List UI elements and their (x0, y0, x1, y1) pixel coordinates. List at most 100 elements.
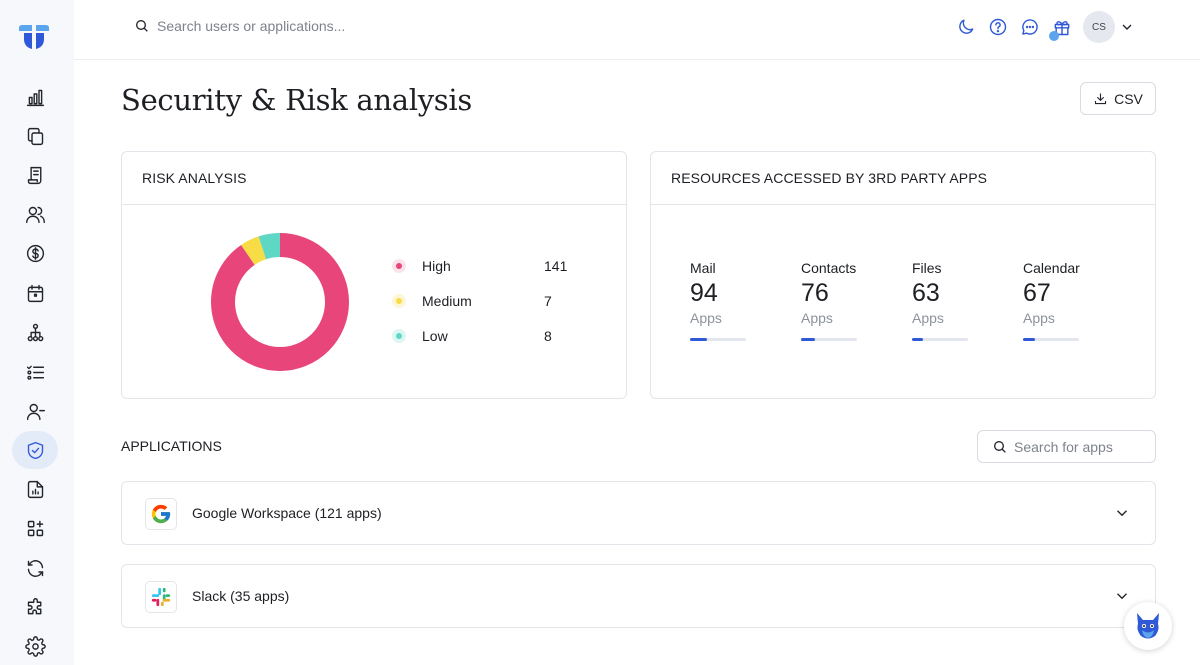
sidebar-item-integrations[interactable] (12, 509, 58, 547)
resource-unit: Apps (801, 310, 833, 326)
sidebar-item-contracts[interactable] (12, 156, 58, 194)
expand-toggle[interactable] (1113, 587, 1131, 605)
checklist-icon (26, 365, 44, 380)
apps-search-input[interactable] (1014, 438, 1144, 455)
search-icon (136, 20, 148, 32)
resources-title: RESOURCES ACCESSED BY 3RD PARTY APPS (651, 152, 1155, 205)
shield-icon (27, 441, 43, 459)
medium-dot (392, 294, 406, 308)
resource-progress (912, 338, 968, 341)
slack-icon (145, 581, 177, 613)
app-name: Google Workspace (121 apps) (192, 505, 382, 521)
sidebar-item-dashboard[interactable] (12, 78, 58, 116)
calendar-icon (27, 284, 43, 302)
sidebar-item-renewals[interactable] (12, 274, 58, 312)
notification-dot (1049, 31, 1059, 41)
resource-progress (801, 338, 857, 341)
global-search-input[interactable] (157, 18, 447, 34)
risk-legend-low[interactable]: Low 8 (392, 326, 592, 346)
resource-unit: Apps (690, 310, 722, 326)
logo[interactable] (19, 25, 49, 49)
resource-progress (1023, 338, 1079, 341)
app-row-slack[interactable]: Slack (35 apps) (121, 564, 1156, 628)
user-minus-icon (26, 403, 45, 420)
download-csv-button[interactable]: CSV (1080, 82, 1156, 115)
resource-label: Files (912, 260, 942, 276)
download-csv-label: CSV (1114, 90, 1143, 107)
page-title: Security & Risk analysis (121, 83, 472, 117)
chevron-down-icon (1117, 593, 1127, 600)
sidebar-item-plugins[interactable] (12, 588, 58, 626)
sidebar-item-users[interactable] (12, 195, 58, 233)
donut-slice-high[interactable] (211, 233, 349, 371)
low-dot (392, 329, 406, 343)
risk-legend-label: Medium (422, 293, 472, 309)
resource-label: Contacts (801, 260, 857, 276)
chat-icon (1022, 19, 1038, 35)
sidebar-item-spend[interactable] (12, 234, 58, 272)
resources-card: RESOURCES ACCESSED BY 3RD PARTY APPS Mai… (650, 151, 1156, 399)
avatar[interactable]: CS (1083, 11, 1115, 43)
sidebar-item-workflows[interactable] (12, 313, 58, 351)
resource-calendar[interactable]: Calendar 67 Apps (1023, 260, 1103, 341)
gear-icon (24, 635, 46, 657)
chat-button[interactable] (1020, 17, 1040, 37)
risk-legend-high[interactable]: High 141 (392, 256, 592, 276)
puzzle-icon (27, 597, 41, 614)
resource-contacts[interactable]: Contacts 76 Apps (801, 260, 881, 341)
sidebar-item-sync[interactable] (12, 549, 58, 587)
app-row-google-workspace[interactable]: Google Workspace (121 apps) (121, 481, 1156, 545)
chevron-down-icon (1122, 24, 1132, 30)
moon-icon (959, 19, 974, 34)
resource-unit: Apps (1023, 310, 1055, 326)
risk-legend-value: 7 (544, 293, 552, 309)
resource-mail[interactable]: Mail 94 Apps (690, 260, 770, 341)
bar-chart-icon (26, 89, 44, 106)
users-icon (25, 206, 45, 223)
resource-files[interactable]: Files 63 Apps (912, 260, 992, 341)
mascot-icon (1137, 613, 1159, 639)
google-icon (145, 498, 177, 530)
risk-legend-label: Low (422, 328, 448, 344)
applications-title: APPLICATIONS (121, 438, 222, 454)
download-icon (1095, 93, 1107, 105)
global-search (134, 15, 454, 37)
document-icon (27, 166, 41, 184)
report-icon (27, 480, 43, 498)
resource-unit: Apps (912, 310, 944, 326)
chevron-down-icon (1117, 510, 1127, 517)
resource-label: Mail (690, 260, 716, 276)
risk-legend-medium[interactable]: Medium 7 (392, 291, 592, 311)
risk-legend-value: 141 (544, 258, 568, 274)
sidebar-item-applications[interactable] (12, 117, 58, 155)
sidebar (0, 0, 74, 665)
search-icon (994, 440, 1006, 453)
resource-count: 76 (801, 279, 829, 307)
app-name: Slack (35 apps) (192, 588, 290, 604)
sidebar-item-security[interactable] (12, 431, 58, 469)
apps-search (977, 430, 1156, 463)
sidebar-item-tasks[interactable] (12, 353, 58, 391)
sidebar-item-offboarding[interactable] (12, 392, 58, 430)
sidebar-item-reports[interactable] (12, 470, 58, 508)
resource-count: 67 (1023, 279, 1051, 307)
high-dot (392, 259, 406, 273)
dark-mode-toggle[interactable] (956, 17, 976, 37)
dollar-icon (26, 244, 44, 262)
resource-count: 94 (690, 279, 718, 307)
expand-toggle[interactable] (1113, 504, 1131, 522)
resource-count: 63 (912, 279, 940, 307)
resource-label: Calendar (1023, 260, 1080, 276)
assistant-mascot-button[interactable] (1124, 602, 1172, 650)
risk-legend-label: High (422, 258, 451, 274)
risk-legend-value: 8 (544, 328, 552, 344)
help-button[interactable] (988, 17, 1008, 37)
help-icon (989, 18, 1007, 36)
sidebar-item-settings[interactable] (12, 627, 58, 665)
account-menu-toggle[interactable] (1119, 19, 1135, 35)
risk-analysis-card: RISK ANALYSIS High 141 Medium 7 Low 8 (121, 151, 627, 399)
hierarchy-icon (27, 323, 43, 341)
sync-icon (27, 559, 43, 577)
grid-plus-icon (27, 520, 43, 536)
risk-analysis-title: RISK ANALYSIS (122, 152, 626, 205)
